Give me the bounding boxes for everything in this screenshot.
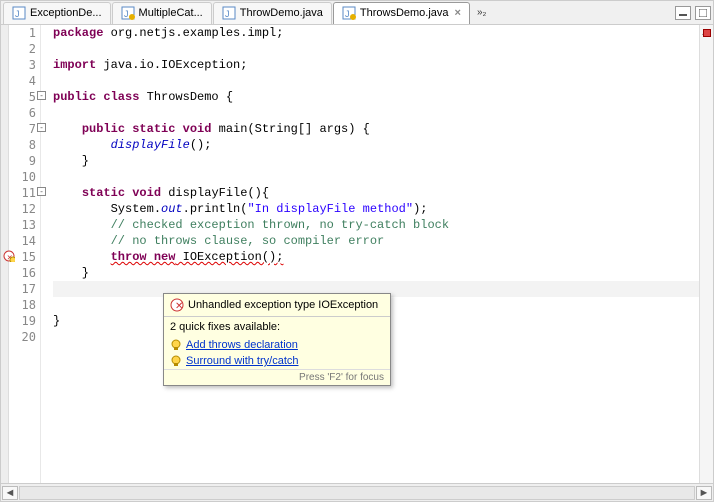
quickfix-link[interactable]: Add throws declaration — [186, 339, 298, 351]
line-number: 14 — [9, 233, 36, 249]
tooltip-footer: Press 'F2' for focus — [164, 369, 390, 385]
line-number: 7- — [9, 121, 36, 137]
code-line[interactable]: // no throws clause, so compiler error — [53, 233, 699, 249]
line-number: 4 — [9, 73, 36, 89]
line-number: 2 — [9, 41, 36, 57]
line-number: 13 — [9, 217, 36, 233]
line-number: 11- — [9, 185, 36, 201]
quickfix-link[interactable]: Surround with try/catch — [186, 355, 299, 367]
scroll-right-icon[interactable]: ► — [696, 486, 712, 500]
tabs-overflow-button[interactable]: »₂ — [471, 5, 492, 20]
line-number: 20 — [9, 329, 36, 345]
code-line[interactable]: static void displayFile(){ — [53, 185, 699, 201]
tab-throwsdemo[interactable]: J ThrowsDemo.java × — [333, 2, 470, 24]
svg-text:J: J — [15, 9, 20, 19]
line-number: 19 — [9, 313, 36, 329]
line-number: 8 — [9, 137, 36, 153]
java-file-warn-icon: J — [342, 6, 356, 20]
java-file-icon: J — [222, 6, 236, 20]
code-line[interactable]: System.out.println("In displayFile metho… — [53, 201, 699, 217]
error-gutter-icon[interactable]: ✕ — [3, 250, 15, 262]
code-line[interactable] — [53, 169, 699, 185]
close-icon[interactable]: × — [455, 7, 461, 19]
code-line[interactable]: } — [53, 153, 699, 169]
code-line[interactable]: public static void main(String[] args) { — [53, 121, 699, 137]
horizontal-scrollbar[interactable]: ◄ ► — [1, 483, 713, 501]
code-line[interactable]: // checked exception thrown, no try-catc… — [53, 217, 699, 233]
tab-exceptionde[interactable]: J ExceptionDe... — [3, 2, 111, 24]
code-line[interactable] — [53, 73, 699, 89]
line-number: 12 — [9, 201, 36, 217]
code-line[interactable]: displayFile(); — [53, 137, 699, 153]
code-line[interactable]: package org.netjs.examples.impl; — [53, 25, 699, 41]
code-line[interactable]: throw new IOException(); — [53, 249, 699, 265]
overview-ruler[interactable] — [699, 25, 713, 483]
tab-label: ThrowDemo.java — [240, 7, 323, 19]
java-file-icon: J — [12, 6, 26, 20]
java-file-warn-icon: J — [121, 6, 135, 20]
quickfix-item[interactable]: Surround with try/catch — [164, 353, 390, 369]
minimize-button[interactable] — [675, 6, 691, 20]
tab-label: ExceptionDe... — [30, 7, 102, 19]
line-number: 18 — [9, 297, 36, 313]
line-number: 9 — [9, 153, 36, 169]
line-number: 15✕ — [9, 249, 36, 265]
line-number: 1 — [9, 25, 36, 41]
line-number: 3 — [9, 57, 36, 73]
line-number: 10 — [9, 169, 36, 185]
tooltip-subtitle: 2 quick fixes available: — [164, 317, 390, 337]
svg-text:J: J — [345, 9, 350, 19]
maximize-button[interactable] — [695, 6, 711, 20]
tab-multiplecat[interactable]: J MultipleCat... — [112, 2, 212, 24]
svg-text:J: J — [225, 9, 230, 19]
code-line[interactable] — [53, 41, 699, 57]
line-number: 17 — [9, 281, 36, 297]
code-editor[interactable]: package org.netjs.examples.impl; import j… — [41, 25, 699, 483]
lightbulb-icon — [170, 355, 182, 367]
quickfix-tooltip: ✕ Unhandled exception type IOException 2… — [163, 293, 391, 386]
svg-text:J: J — [124, 9, 129, 19]
quickfix-item[interactable]: Add throws declaration — [164, 337, 390, 353]
line-number: 16 — [9, 265, 36, 281]
editor-tab-bar: J ExceptionDe... J MultipleCat... J Thro… — [1, 1, 713, 25]
code-line[interactable]: } — [53, 265, 699, 281]
code-line[interactable]: public class ThrowsDemo { — [53, 89, 699, 105]
editor-area: 12345-67-891011-12131415✕1617181920 pack… — [1, 25, 713, 483]
error-marker-icon[interactable] — [703, 29, 711, 37]
line-number: 6 — [9, 105, 36, 121]
tab-label: ThrowsDemo.java — [360, 7, 449, 19]
line-number-gutter[interactable]: 12345-67-891011-12131415✕1617181920 — [9, 25, 41, 483]
scroll-left-icon[interactable]: ◄ — [2, 486, 18, 500]
code-line[interactable]: import java.io.IOException; — [53, 57, 699, 73]
code-line[interactable] — [53, 105, 699, 121]
tab-label: MultipleCat... — [139, 7, 203, 19]
tab-throwdemo[interactable]: J ThrowDemo.java — [213, 2, 332, 24]
line-number: 5- — [9, 89, 36, 105]
error-icon: ✕ — [170, 298, 184, 312]
svg-text:✕: ✕ — [175, 301, 183, 312]
lightbulb-icon — [170, 339, 182, 351]
scrollbar-track[interactable] — [19, 486, 695, 500]
tooltip-title: Unhandled exception type IOException — [188, 299, 378, 311]
